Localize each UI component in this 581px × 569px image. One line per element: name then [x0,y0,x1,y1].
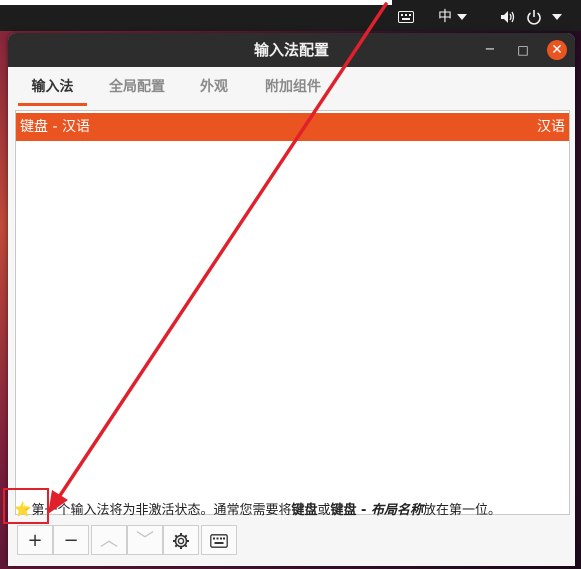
move-down-button[interactable]: ﹀ [127,525,163,555]
hint-text: ⭐第一个输入法将为非激活状态。通常您需要将键盘或键盘 - 布局名称放在第一位。 [14,499,570,521]
list-item[interactable]: 键盘 - 汉语 汉语 [16,113,569,141]
hint-bold-keyboard-layout: 键盘 - [330,503,371,518]
move-up-button[interactable]: ︿ [91,525,127,555]
input-method-indicator[interactable]: 中 [438,7,467,27]
keyboard-indicator[interactable] [398,7,414,27]
tab-input-method[interactable]: 输入法 [18,75,87,106]
input-method-list[interactable]: 键盘 - 汉语 汉语 [15,110,570,515]
configure-button[interactable] [163,525,199,555]
hint-bold-keyboard: 键盘 [291,503,318,518]
keyboard-icon [210,534,228,548]
minimize-button[interactable]: − [480,40,500,60]
volume-icon [501,11,515,23]
input-method-language: 汉语 [537,119,565,135]
top-panel: 中 [0,0,581,31]
tab-addons[interactable]: 附加组件 [258,75,328,103]
chevron-down-icon [551,14,562,20]
close-button[interactable]: ✕ [547,40,567,60]
input-method-name: 键盘 - 汉语 [20,119,90,135]
chevron-down-icon [457,14,467,20]
input-method-config-window: 输入法配置 − □ ✕ 输入法 全局配置 外观 附加组件 键盘 - 汉语 汉语 … [8,33,575,566]
hint-part-2: 或 [317,503,331,518]
tab-bar: 输入法 全局配置 外观 附加组件 [8,67,575,107]
power-icon [527,10,542,25]
keyboard-layout-button[interactable] [201,525,237,555]
tab-appearance[interactable]: 外观 [195,75,233,103]
star-icon: ⭐ [14,502,32,518]
screenshot-edge [0,0,392,5]
add-input-method-button[interactable]: + [17,525,53,555]
title-bar[interactable]: 输入法配置 − □ ✕ [8,33,575,67]
tab-global-config[interactable]: 全局配置 [102,75,172,103]
hint-part-1: 第一个输入法将为非激活状态。通常您需要将 [31,503,292,518]
maximize-button[interactable]: □ [513,40,533,60]
hint-part-3: 放在第一位。 [422,503,501,518]
hint-layout-name: 布局名称 [370,503,423,518]
system-menu[interactable] [500,7,562,27]
remove-input-method-button[interactable]: − [53,525,89,555]
keyboard-icon [398,11,414,23]
gear-icon [173,533,189,549]
input-method-label: 中 [438,9,452,25]
